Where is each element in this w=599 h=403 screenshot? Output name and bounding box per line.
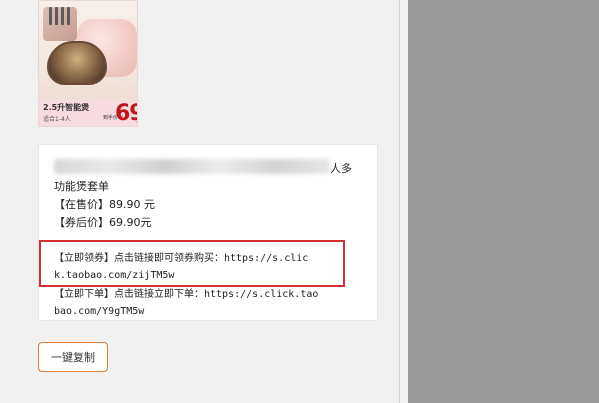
order-link-line1[interactable]: 【立即下单】点击链接立即下单：https://s.click.tao <box>54 288 318 302</box>
knife-icon <box>67 7 70 25</box>
copy-all-button[interactable]: 一键复制 <box>38 342 108 372</box>
message-card: 人多 功能煲套单 【在售价】89.90 元 【券后价】69.90元 【立即领券】… <box>38 144 378 321</box>
price-integer: 69 <box>115 101 137 126</box>
knife-icon <box>55 7 58 25</box>
product-subcaption: 适合1-4人 <box>43 116 71 123</box>
pane-divider <box>399 0 400 403</box>
knife-icon <box>49 7 52 25</box>
price-decimal: .9 <box>136 117 137 125</box>
cooked-chicken-pot-illustration <box>47 41 107 85</box>
title-line2: 功能煲套单 <box>54 180 109 193</box>
redacted-title <box>54 159 330 174</box>
coupon-link-highlight <box>39 240 345 287</box>
order-link-line2[interactable]: bao.com/Y9gTM5w <box>54 305 144 319</box>
product-caption: 2.5升智能煲 <box>43 103 90 112</box>
knife-block-illustration <box>43 7 77 41</box>
list-price-line: 【在售价】89.90 元 <box>54 198 155 211</box>
coupon-price-line: 【券后价】69.90元 <box>54 216 152 229</box>
side-panel <box>408 0 599 403</box>
title-line1-tail: 人多 <box>330 162 352 175</box>
product-image[interactable]: 2.5升智能煲 适合1-4人 到手价 ¥ 69 .9 <box>38 0 138 127</box>
scrollbar[interactable] <box>390 0 399 403</box>
knife-icon <box>61 7 64 25</box>
